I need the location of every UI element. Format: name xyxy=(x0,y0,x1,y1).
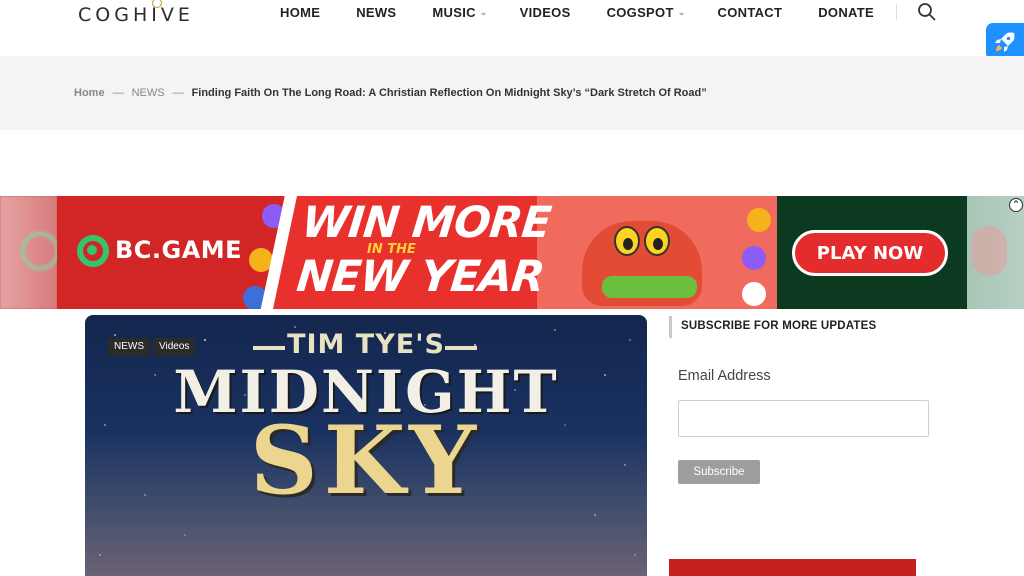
breadcrumb: Home — NEWS — Finding Faith On The Long … xyxy=(74,87,707,99)
ad-edge-right xyxy=(967,196,1024,309)
bc-game-logo-icon xyxy=(77,235,109,267)
nav-label: CONTACT xyxy=(717,4,783,20)
nav-divider xyxy=(896,4,897,20)
email-label: Email Address xyxy=(678,368,771,384)
play-now-button[interactable]: PLAY NOW xyxy=(792,230,948,276)
coin-icon xyxy=(742,246,766,270)
sidebar-red-block xyxy=(669,559,916,576)
adchoices-icon[interactable]: ⌃ xyxy=(1009,198,1023,212)
feature-line-3: SKY xyxy=(249,406,483,516)
ad-headline-1: WIN MORE xyxy=(299,198,553,248)
nav-item-home[interactable]: HOME xyxy=(280,5,320,20)
nav-label: MUSIC xyxy=(432,4,476,20)
nav-item-cogspot[interactable]: COGSPOT ⌄ xyxy=(607,5,686,20)
nav-item-music[interactable]: MUSIC ⌄ xyxy=(432,5,487,20)
scarf-icon xyxy=(602,276,697,298)
search-icon[interactable] xyxy=(917,2,937,22)
nav-label: COGSPOT xyxy=(606,4,674,20)
coin-icon xyxy=(747,208,771,232)
breadcrumb-separator: — xyxy=(112,87,124,99)
breadcrumb-news[interactable]: NEWS xyxy=(132,87,165,99)
nav-label: DONATE xyxy=(818,4,874,20)
site-logo[interactable]: COGHIVE xyxy=(78,0,194,28)
breadcrumb-band: Home — NEWS — Finding Faith On The Long … xyxy=(0,56,1024,130)
site-header: COGHIVE HOME NEWS MUSIC ⌄ VIDEOS COGSPOT ⌄… xyxy=(0,0,1024,56)
email-field[interactable] xyxy=(678,400,929,437)
chevron-down-icon: ⌄ xyxy=(479,7,488,17)
nav-label: HOME xyxy=(280,4,321,20)
nav-item-contact[interactable]: CONTACT xyxy=(718,5,783,20)
coin-icon xyxy=(742,282,766,306)
ad-banner[interactable]: BC.GAME WIN MORE IN THE NEW YEAR PLAY NO… xyxy=(0,196,1024,309)
nav-item-videos[interactable]: VIDEOS xyxy=(520,5,571,20)
ad-brand: BC.GAME xyxy=(115,236,243,264)
main-nav: HOME NEWS MUSIC ⌄ VIDEOS COGSPOT ⌄ CONTACT… xyxy=(280,3,874,21)
featured-image[interactable]: NEWS Videos TIM TYE'S MIDNIGHT SKY xyxy=(85,315,647,576)
ad-edge-left xyxy=(0,196,60,309)
logo-text: COGHIVE xyxy=(78,4,194,26)
rocket-icon[interactable] xyxy=(986,23,1024,60)
nav-label: NEWS xyxy=(356,4,397,20)
breadcrumb-home[interactable]: Home xyxy=(74,87,105,99)
ad-headline-2: NEW YEAR xyxy=(294,252,547,302)
nav-item-news[interactable]: NEWS xyxy=(356,5,396,20)
subscribe-heading: SUBSCRIBE FOR MORE UPDATES xyxy=(669,316,876,338)
feature-line-1: TIM TYE'S xyxy=(287,329,445,360)
breadcrumb-current: Finding Faith On The Long Road: A Christ… xyxy=(191,87,707,99)
breadcrumb-separator: — xyxy=(172,87,184,99)
ad-creative[interactable]: BC.GAME WIN MORE IN THE NEW YEAR PLAY NO… xyxy=(57,196,967,309)
chevron-down-icon: ⌄ xyxy=(677,7,686,17)
nav-item-donate[interactable]: DONATE xyxy=(818,5,874,20)
subscribe-button[interactable]: Subscribe xyxy=(678,460,760,484)
nav-label: VIDEOS xyxy=(519,4,571,20)
